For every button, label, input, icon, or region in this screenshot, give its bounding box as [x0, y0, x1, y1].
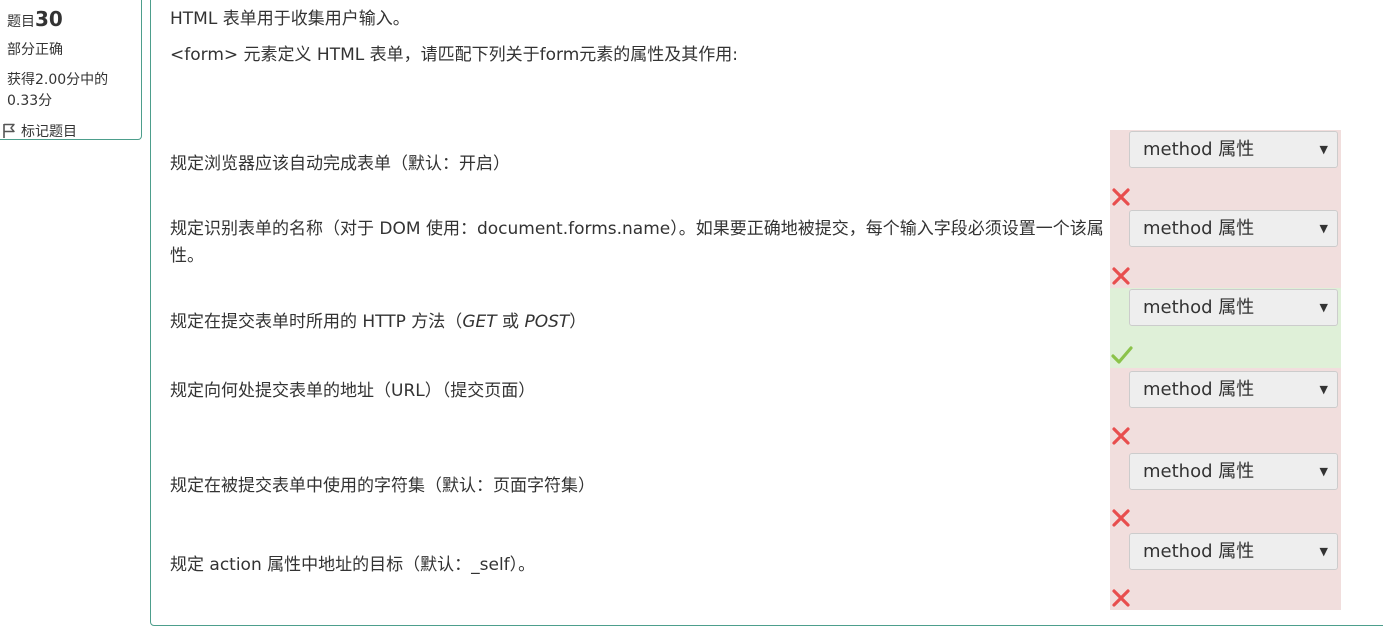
caret-down-icon: ▼ — [1319, 143, 1328, 156]
match-stem-3-text-before: 规定在提交表单时所用的 HTTP 方法（ — [170, 312, 463, 332]
question-number-value: 30 — [35, 7, 63, 31]
caret-down-icon: ▼ — [1319, 222, 1328, 235]
flag-question-label: 标记题目 — [21, 124, 77, 140]
cross-icon — [1112, 267, 1130, 285]
match-stem-3: 规定在提交表单时所用的 HTTP 方法（GET 或 POST） — [170, 309, 1110, 336]
match-stem-3-text-mid: 或 — [496, 312, 525, 332]
cross-icon — [1112, 589, 1130, 607]
match-stem-6: 规定 action 属性中地址的目标（默认：_self）。 — [170, 555, 536, 575]
answer-select-1[interactable]: method 属性 ▼ — [1129, 131, 1338, 168]
match-stem-2: 规定识别表单的名称（对于 DOM 使用：document.forms.name）… — [170, 219, 1104, 266]
answer-select-5[interactable]: method 属性 ▼ — [1129, 453, 1338, 490]
answer-select-5-value: method 属性 — [1143, 461, 1255, 482]
cross-icon — [1112, 509, 1130, 527]
answer-select-2-value: method 属性 — [1143, 218, 1255, 239]
check-icon — [1111, 346, 1133, 364]
answer-select-6-value: method 属性 — [1143, 541, 1255, 562]
flag-question-link[interactable]: 标记题目 — [2, 121, 77, 141]
match-stem-3-em-post: POST — [524, 312, 570, 332]
cross-icon — [1112, 188, 1130, 206]
answer-cell-3: method 属性 ▼ — [1110, 288, 1341, 368]
answer-cell-2: method 属性 ▼ — [1110, 209, 1341, 288]
answer-cell-6: method 属性 ▼ — [1110, 532, 1341, 610]
caret-down-icon: ▼ — [1319, 383, 1328, 396]
question-text-line-2: <form> 元素定义 HTML 表单，请匹配下列关于form元素的属性及其作用… — [170, 45, 739, 65]
match-stem-1: 规定浏览器应该自动完成表单（默认：开启） — [170, 154, 510, 174]
match-stem-3-em-get: GET — [462, 312, 497, 332]
answer-select-4[interactable]: method 属性 ▼ — [1129, 371, 1338, 408]
question-number-prefix: 题目 — [7, 14, 35, 30]
answer-select-2[interactable]: method 属性 ▼ — [1129, 210, 1338, 247]
answer-select-3-value: method 属性 — [1143, 297, 1255, 318]
question-state: 部分正确 — [7, 42, 63, 58]
answer-cell-1: method 属性 ▼ — [1110, 130, 1341, 209]
match-stem-5: 规定在被提交表单中使用的字符集（默认：页面字符集） — [170, 476, 595, 496]
question-number: 题目30 — [7, 9, 63, 30]
match-stem-4: 规定向何处提交表单的地址（URL）（提交页面） — [170, 381, 536, 401]
question-text-line-1: HTML 表单用于收集用户输入。 — [170, 9, 410, 29]
match-stem-3-text-after: ） — [569, 312, 587, 332]
caret-down-icon: ▼ — [1319, 301, 1328, 314]
caret-down-icon: ▼ — [1319, 465, 1328, 478]
answer-select-1-value: method 属性 — [1143, 139, 1255, 160]
answer-select-6[interactable]: method 属性 ▼ — [1129, 533, 1338, 570]
flag-icon — [3, 123, 15, 138]
answer-select-3[interactable]: method 属性 ▼ — [1129, 289, 1338, 326]
answer-cell-4: method 属性 ▼ — [1110, 368, 1341, 450]
answer-cell-5: method 属性 ▼ — [1110, 450, 1341, 532]
question-grade: 获得2.00分中的0.33分 — [7, 72, 109, 109]
caret-down-icon: ▼ — [1319, 545, 1328, 558]
answer-select-4-value: method 属性 — [1143, 379, 1255, 400]
cross-icon — [1112, 427, 1130, 445]
